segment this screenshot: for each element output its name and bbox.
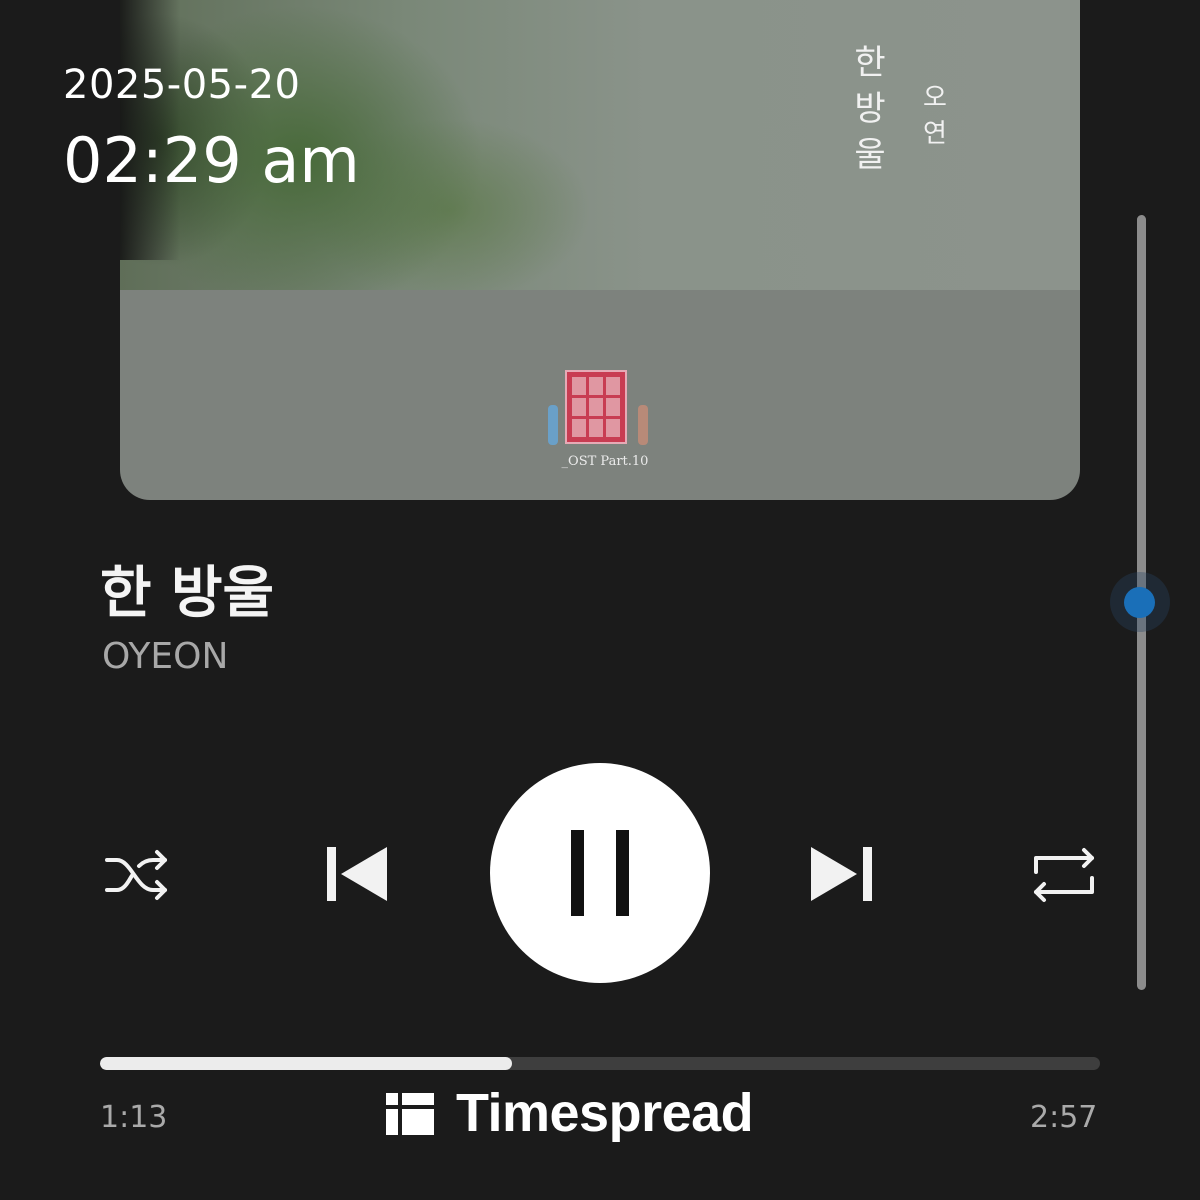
pause-icon: [571, 830, 629, 916]
ost-logo: [565, 370, 627, 444]
pause-button[interactable]: [490, 763, 710, 983]
skip-previous-icon: [327, 847, 387, 901]
watermark-text: Timespread: [456, 1083, 754, 1143]
skip-next-icon: [811, 847, 872, 901]
volume-slider-knob[interactable]: [1124, 587, 1155, 618]
shuffle-icon: [105, 850, 167, 900]
artist-name[interactable]: OYEON: [102, 636, 228, 677]
elapsed-time: 1:13: [100, 1100, 168, 1135]
time-label: 02:29 am: [63, 124, 360, 197]
progress-bar[interactable]: [100, 1057, 1100, 1070]
album-art-artist: 오연: [923, 83, 947, 149]
ost-label: _OST Part.10: [561, 454, 649, 469]
shuffle-button[interactable]: [98, 840, 174, 910]
song-title: 한 방울: [100, 561, 275, 626]
repeat-button[interactable]: [1024, 840, 1104, 910]
repeat-icon: [1034, 848, 1094, 902]
album-art-title: 한방울: [854, 43, 886, 175]
ost-figure-right: [638, 405, 648, 445]
progress-bar-fill: [100, 1057, 512, 1070]
previous-button[interactable]: [310, 836, 400, 912]
total-duration: 2:57: [1030, 1100, 1098, 1135]
timespread-logo-icon: [386, 1093, 434, 1135]
next-button[interactable]: [798, 836, 888, 912]
ost-figure-left: [548, 405, 558, 445]
date-label: 2025-05-20: [63, 62, 301, 108]
timespread-watermark: Timespread: [386, 1082, 754, 1144]
